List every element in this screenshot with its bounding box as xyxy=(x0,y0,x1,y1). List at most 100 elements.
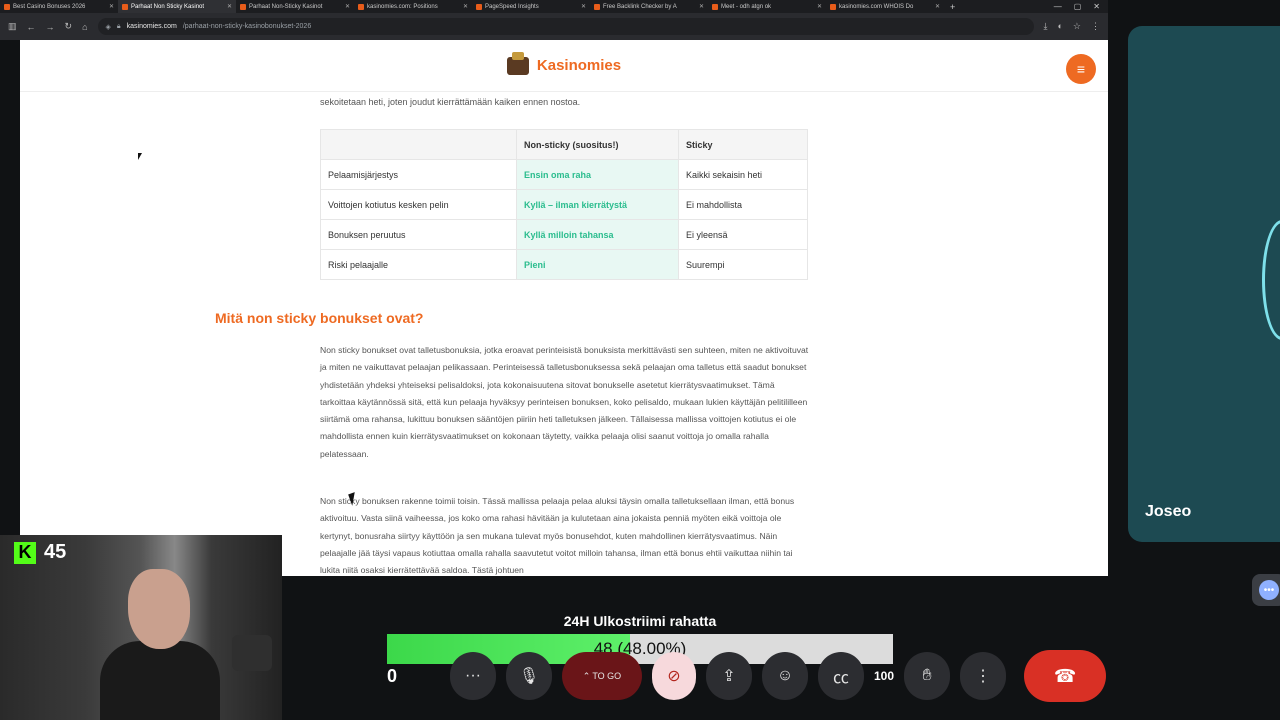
streamer-head xyxy=(128,569,190,649)
close-tab-icon[interactable]: ✕ xyxy=(817,3,822,10)
more-actions-button[interactable]: ··· xyxy=(450,652,496,700)
tab-favicon-icon xyxy=(122,3,128,10)
browser-tab[interactable]: kasinomies.com WHOIS Do ✕ xyxy=(826,0,944,13)
close-tab-icon[interactable]: ✕ xyxy=(227,3,232,10)
captions-button[interactable]: ㏄ xyxy=(818,652,864,700)
section-heading: Mitä non sticky bonukset ovat? xyxy=(215,310,424,326)
web-page: Kasinomies ≡ sekoitetaan heti, joten jou… xyxy=(20,40,1108,576)
table-cell: Riski pelaajalle xyxy=(320,249,517,280)
sidebar-icon[interactable]: ▥ xyxy=(8,21,17,32)
browser-toolbar: ▥ ← → ↻ ⌂ ◈ 🔒︎ kasinomies.com/parhaat-no… xyxy=(0,13,1108,40)
kick-viewer-count: 45 xyxy=(44,541,67,563)
emoji-icon: ☺ xyxy=(776,667,794,684)
table-cell-highlight: Kyllä milloin tahansa xyxy=(516,219,679,250)
table-row: Bonuksen peruutus Kyllä milloin tahansa … xyxy=(320,219,808,250)
participant-tile[interactable] xyxy=(1128,26,1280,542)
site-brand-name: Kasinomies xyxy=(536,57,622,74)
close-tab-icon[interactable]: ✕ xyxy=(699,3,704,10)
table-row: Voittojen kotiutus kesken pelin Kyllä – … xyxy=(320,189,808,220)
close-tab-icon[interactable]: ✕ xyxy=(345,3,350,10)
table-header-cell xyxy=(320,129,517,160)
site-logo[interactable]: Kasinomies xyxy=(506,51,622,75)
camera-off-button[interactable]: ⌃ TO GO xyxy=(562,652,642,700)
ellipsis-icon: ··· xyxy=(465,667,481,684)
tab-favicon-icon xyxy=(358,3,364,10)
kick-logo-icon: K xyxy=(14,541,36,564)
captions-icon: ㏄ xyxy=(832,670,849,687)
browser-tab-active[interactable]: Parhaat Non Sticky Kasinot ✕ xyxy=(118,0,236,13)
browser-tab-strip: Best Casino Bonuses 2026 ✕ Parhaat Non St… xyxy=(0,0,1108,13)
tab-favicon-icon xyxy=(594,3,600,10)
browser-tab[interactable]: Free Backlink Checker by A ✕ xyxy=(590,0,708,13)
goal-start-value: 0 xyxy=(387,666,398,686)
address-bar[interactable]: ◈ 🔒︎ kasinomies.com/parhaat-non-sticky-k… xyxy=(97,18,1034,35)
minimize-icon[interactable]: — xyxy=(1054,2,1062,11)
url-path: /parhaat-non-sticky-kasinobonukset-2026 xyxy=(182,23,312,30)
intro-text: sekoitetaan heti, joten joudut kierrättä… xyxy=(320,97,581,107)
participant-count: 100 xyxy=(874,669,895,683)
vertical-dots-icon: ⋮ xyxy=(975,668,992,685)
new-tab-button[interactable]: + xyxy=(944,2,961,12)
url-host: kasinomies.com xyxy=(126,23,177,30)
hand-icon: ✋︎ xyxy=(922,667,932,684)
lock-icon: 🔒︎ xyxy=(116,22,121,30)
menu-icon[interactable]: ⋮ xyxy=(1091,21,1100,32)
tab-favicon-icon xyxy=(240,3,246,10)
browser-tab[interactable]: PageSpeed Insights ✕ xyxy=(472,0,590,13)
bookmark-icon[interactable]: ☆ xyxy=(1073,21,1081,32)
browser-tab[interactable]: Best Casino Bonuses 2026 ✕ xyxy=(0,0,118,13)
mouse-cursor-icon xyxy=(138,153,142,160)
browser-tab[interactable]: Meet - odh atgn ok ✕ xyxy=(708,0,826,13)
table-cell: Bonuksen peruutus xyxy=(320,219,517,250)
table-cell: Ei yleensä xyxy=(678,219,808,250)
table-cell-highlight: Kyllä – ilman kierrätystä xyxy=(516,189,679,220)
toolbar-actions: ⤓ ◐ ☆ ⋮ xyxy=(1044,21,1101,32)
browser-tab[interactable]: Parhaat Non-Sticky Kasinot ✕ xyxy=(236,0,354,13)
window-controls: — ▢ ✕ xyxy=(1054,2,1108,11)
table-cell: Kaikki sekaisin heti xyxy=(678,159,808,190)
maximize-icon[interactable]: ▢ xyxy=(1074,2,1082,11)
close-window-icon[interactable]: ✕ xyxy=(1093,2,1100,11)
streamer-body xyxy=(100,641,220,720)
table-header-cell: Sticky xyxy=(678,129,808,160)
back-icon[interactable]: ← xyxy=(27,22,36,32)
forward-icon[interactable]: → xyxy=(46,22,55,32)
close-tab-icon[interactable]: ✕ xyxy=(109,3,114,10)
camera-button[interactable]: ⊘ xyxy=(652,652,696,700)
casino-logo-icon xyxy=(506,51,529,75)
table-row: Pelaamisjärjestys Ensin oma raha Kaikki … xyxy=(320,159,808,190)
leave-call-button[interactable]: ☎︎ xyxy=(1024,650,1107,702)
hamburger-icon: ≡ xyxy=(1076,61,1086,77)
microphone-icon: 🎙︎ xyxy=(518,668,540,685)
home-icon[interactable]: ⌂ xyxy=(82,22,87,32)
tab-favicon-icon xyxy=(4,3,10,10)
table-cell: Ei mahdollista xyxy=(678,189,808,220)
close-tab-icon[interactable]: ✕ xyxy=(463,3,468,10)
browser-tab[interactable]: kasinomies.com: Positions ✕ xyxy=(354,0,472,13)
call-controls: ··· 🎙︎ ⌃ TO GO ⊘ ⇪ ☺ ㏄ 100 ✋︎ ⋮ ☎︎ xyxy=(450,650,1107,702)
download-icon[interactable]: ⤓ xyxy=(1044,21,1048,32)
close-tab-icon[interactable]: ✕ xyxy=(581,3,586,10)
site-header: Kasinomies ≡ xyxy=(20,40,1108,92)
reload-icon[interactable]: ↻ xyxy=(65,21,73,32)
table-cell-highlight: Pieni xyxy=(516,249,679,280)
ellipsis-icon: ••• xyxy=(1259,580,1279,600)
extensions-icon[interactable]: ◐ xyxy=(1057,21,1062,32)
camera-off-icon: ⊘ xyxy=(667,668,681,685)
close-tab-icon[interactable]: ✕ xyxy=(935,3,940,10)
table-header-row: Non-sticky (suositus!) Sticky xyxy=(320,129,808,160)
raise-hand-button[interactable]: ✋︎ xyxy=(904,652,951,700)
present-screen-button[interactable]: ⇪ xyxy=(706,652,752,700)
more-options-button[interactable]: ⋮ xyxy=(960,652,1007,700)
emoji-button[interactable]: ☺ xyxy=(762,652,808,700)
tab-favicon-icon xyxy=(712,3,718,10)
present-label: TO GO xyxy=(592,671,622,681)
table-row: Riski pelaajalle Pieni Suurempi xyxy=(320,249,808,280)
chevron-up-icon: ⌃ xyxy=(582,670,591,681)
goal-title: 24H Ulkostriimi rahatta xyxy=(563,613,717,629)
microphone-button[interactable]: 🎙︎ xyxy=(506,652,552,700)
hamburger-menu-button[interactable]: ≡ xyxy=(1066,54,1096,84)
tab-favicon-icon xyxy=(830,3,836,10)
shield-icon: ◈ xyxy=(105,23,111,31)
more-options-button[interactable]: ••• xyxy=(1252,574,1280,606)
